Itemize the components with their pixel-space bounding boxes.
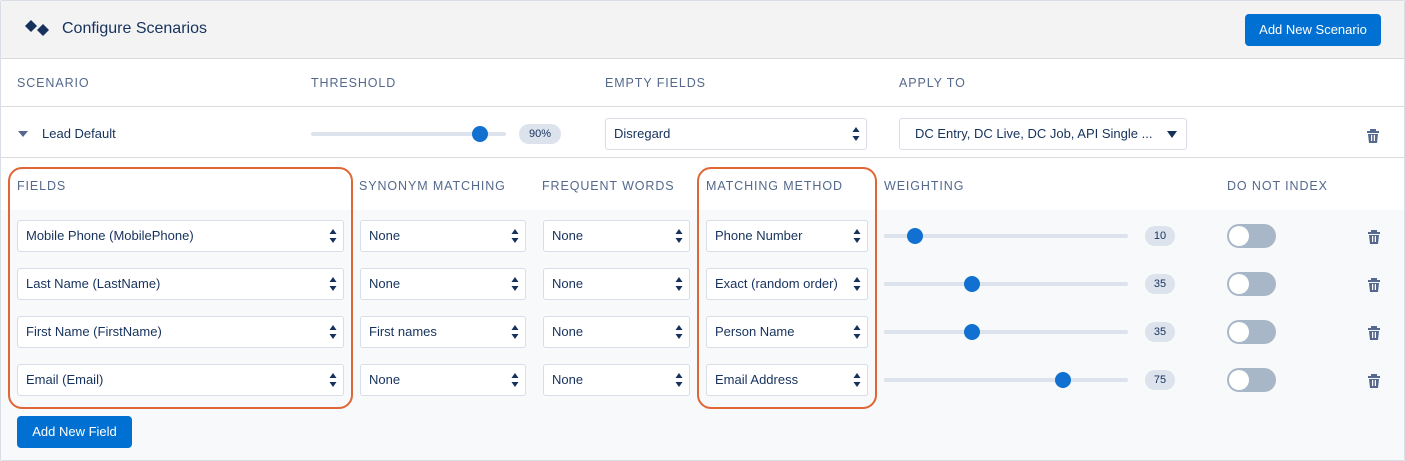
- synonym-select[interactable]: None: [360, 364, 526, 396]
- toggle-knob: [1229, 370, 1249, 390]
- column-header-frequent-words: FREQUENT WORDS: [542, 179, 675, 193]
- frequent-words-select[interactable]: None: [543, 220, 690, 252]
- frequent-words-value: None: [552, 228, 584, 243]
- do-not-index-toggle[interactable]: [1227, 368, 1276, 392]
- threshold-slider[interactable]: [311, 126, 506, 142]
- weighting-value-badge: 35: [1145, 322, 1175, 342]
- synonym-value: None: [369, 228, 401, 243]
- weighting-value-badge: 10: [1145, 226, 1175, 246]
- slider-thumb[interactable]: [472, 126, 489, 142]
- empty-fields-value: Disregard: [614, 126, 671, 141]
- frequent-words-select[interactable]: None: [543, 316, 690, 348]
- matching-method-highlight-outline: [697, 167, 877, 409]
- trash-icon[interactable]: [1366, 128, 1380, 144]
- toggle-knob: [1229, 322, 1249, 342]
- frequent-words-select[interactable]: None: [543, 268, 690, 300]
- select-arrows-icon: [511, 277, 519, 291]
- select-arrows-icon: [675, 373, 683, 387]
- select-arrows-icon: [675, 229, 683, 243]
- chevron-down-icon[interactable]: [17, 129, 29, 139]
- divider: [1, 157, 1404, 158]
- logo-icon: [25, 20, 49, 36]
- do-not-index-toggle[interactable]: [1227, 272, 1276, 296]
- select-arrows-icon: [511, 229, 519, 243]
- weighting-value-badge: 75: [1145, 370, 1175, 390]
- slider-track: [884, 378, 1128, 382]
- threshold-value-badge: 90%: [519, 124, 561, 144]
- column-header-synonym-matching: SYNONYM MATCHING: [359, 179, 506, 193]
- weighting-slider[interactable]: [884, 372, 1128, 388]
- synonym-value: None: [369, 372, 401, 387]
- synonym-select[interactable]: First names: [360, 316, 526, 348]
- synonym-value: First names: [369, 324, 437, 339]
- slider-thumb[interactable]: [963, 324, 980, 340]
- divider: [1, 106, 1404, 107]
- weighting-slider[interactable]: [884, 276, 1128, 292]
- slider-thumb[interactable]: [1055, 372, 1071, 388]
- slider-thumb[interactable]: [906, 228, 923, 244]
- select-arrows-icon: [511, 325, 519, 339]
- frequent-words-select[interactable]: None: [543, 364, 690, 396]
- select-arrows-icon: [675, 277, 683, 291]
- trash-icon[interactable]: [1367, 277, 1381, 293]
- weighting-slider[interactable]: [884, 228, 1128, 244]
- empty-fields-select[interactable]: Disregard: [605, 118, 867, 150]
- synonym-select[interactable]: None: [360, 268, 526, 300]
- frequent-words-value: None: [552, 276, 584, 291]
- weighting-slider[interactable]: [884, 324, 1128, 340]
- select-arrows-icon: [852, 127, 860, 141]
- toggle-knob: [1229, 274, 1249, 294]
- do-not-index-toggle[interactable]: [1227, 320, 1276, 344]
- synonym-value: None: [369, 276, 401, 291]
- add-new-scenario-button[interactable]: Add New Scenario: [1245, 14, 1381, 46]
- slider-track: [884, 282, 1128, 286]
- trash-icon[interactable]: [1367, 373, 1381, 389]
- apply-to-value: DC Entry, DC Live, DC Job, API Single ..…: [915, 126, 1153, 141]
- do-not-index-toggle[interactable]: [1227, 224, 1276, 248]
- trash-icon[interactable]: [1367, 325, 1381, 341]
- select-arrows-icon: [675, 325, 683, 339]
- column-header-scenario: SCENARIO: [17, 76, 90, 90]
- toggle-knob: [1229, 226, 1249, 246]
- column-header-apply-to: APPLY TO: [899, 76, 966, 90]
- add-new-field-button[interactable]: Add New Field: [17, 416, 132, 448]
- frequent-words-value: None: [552, 324, 584, 339]
- fields-highlight-outline: [8, 167, 353, 409]
- scenario-name[interactable]: Lead Default: [42, 126, 116, 141]
- caret-down-icon: [1167, 131, 1177, 138]
- column-header-weighting: WEIGHTING: [884, 179, 965, 193]
- synonym-select[interactable]: None: [360, 220, 526, 252]
- trash-icon[interactable]: [1367, 229, 1381, 245]
- column-header-threshold: THRESHOLD: [311, 76, 397, 90]
- panel-header: Configure Scenarios Add New Scenario: [1, 1, 1404, 59]
- page-title: Configure Scenarios: [62, 20, 207, 37]
- select-arrows-icon: [511, 373, 519, 387]
- apply-to-select[interactable]: DC Entry, DC Live, DC Job, API Single ..…: [899, 118, 1187, 150]
- slider-track: [884, 330, 1128, 334]
- slider-thumb[interactable]: [963, 276, 980, 292]
- frequent-words-value: None: [552, 372, 584, 387]
- column-header-empty-fields: EMPTY FIELDS: [605, 76, 706, 90]
- column-header-do-not-index: DO NOT INDEX: [1227, 179, 1328, 193]
- weighting-value-badge: 35: [1145, 274, 1175, 294]
